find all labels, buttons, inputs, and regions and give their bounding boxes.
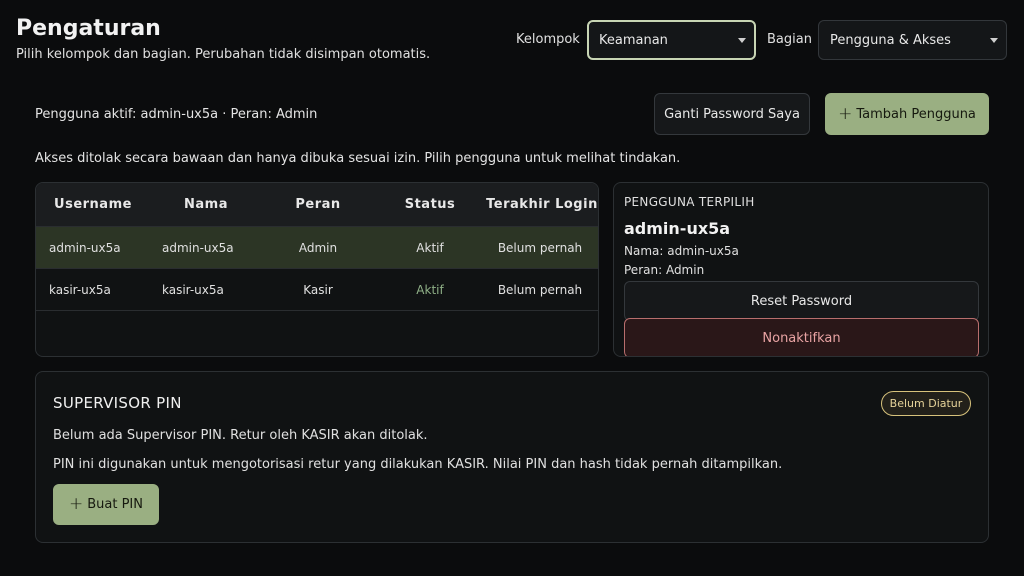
- cell-name: admin-ux5a: [162, 241, 234, 255]
- page-title: Pengaturan: [16, 16, 161, 41]
- cell-role: Kasir: [303, 283, 333, 297]
- change-password-label: Ganti Password Saya: [664, 106, 800, 122]
- access-info-text: Akses ditolak secara bawaan dan hanya di…: [35, 151, 681, 166]
- users-table: Username Nama Peran Status Terakhir Logi…: [35, 182, 599, 357]
- chevron-down-icon: [990, 38, 998, 43]
- reset-password-button[interactable]: Reset Password: [624, 281, 979, 321]
- supervisor-pin-title: SUPERVISOR PIN: [53, 394, 182, 412]
- change-password-button[interactable]: Ganti Password Saya: [654, 93, 810, 135]
- add-user-button[interactable]: + Tambah Pengguna: [825, 93, 989, 135]
- supervisor-pin-description: PIN ini digunakan untuk mengotorisasi re…: [53, 457, 783, 472]
- status-badge-label: Belum Diatur: [889, 397, 963, 410]
- page-subtitle: Pilih kelompok dan bagian. Perubahan tid…: [16, 47, 431, 62]
- deactivate-button[interactable]: Nonaktifkan: [624, 318, 979, 356]
- section-select-value: Pengguna & Akses: [830, 32, 951, 48]
- group-select-value: Keamanan: [599, 32, 668, 48]
- plus-icon: +: [68, 494, 84, 514]
- table-header: Username Nama Peran Status Terakhir Logi…: [36, 183, 598, 227]
- cell-username: admin-ux5a: [49, 241, 121, 255]
- active-user-text: Pengguna aktif: admin-ux5a · Peran: Admi…: [35, 107, 318, 122]
- selected-user-panel: PENGGUNA TERPILIH admin-ux5a Nama: admin…: [613, 182, 989, 357]
- column-header-username[interactable]: Username: [36, 183, 150, 227]
- cell-last-login: Belum pernah: [497, 241, 583, 255]
- group-select[interactable]: Keamanan: [587, 20, 756, 60]
- chevron-down-icon: [738, 38, 746, 43]
- table-row[interactable]: admin-ux5a admin-ux5a Admin Aktif Belum …: [36, 227, 598, 269]
- supervisor-pin-status: Belum ada Supervisor PIN. Retur oleh KAS…: [53, 428, 428, 443]
- cell-name: kasir-ux5a: [162, 283, 224, 297]
- cell-role: Admin: [298, 241, 338, 255]
- cell-last-login: Belum pernah: [497, 283, 583, 297]
- selected-user-role: Peran: Admin: [624, 263, 705, 277]
- plus-icon: +: [838, 103, 853, 124]
- section-label: Bagian: [767, 32, 812, 47]
- selected-user-name: Nama: admin-ux5a: [624, 244, 739, 258]
- selected-user-heading: PENGGUNA TERPILIH: [624, 195, 755, 209]
- table-row[interactable]: kasir-ux5a kasir-ux5a Kasir Aktif Belum …: [36, 269, 598, 311]
- reset-password-label: Reset Password: [750, 293, 853, 309]
- column-header-last-login[interactable]: Terakhir Login: [486, 183, 598, 227]
- column-header-status[interactable]: Status: [374, 183, 486, 227]
- column-header-name[interactable]: Nama: [150, 183, 262, 227]
- create-pin-button[interactable]: + Buat PIN: [53, 484, 159, 525]
- selected-username: admin-ux5a: [624, 219, 731, 238]
- section-select[interactable]: Pengguna & Akses: [818, 20, 1007, 60]
- cell-username: kasir-ux5a: [49, 283, 111, 297]
- status-badge: Belum Diatur: [881, 391, 971, 416]
- create-pin-label: Buat PIN: [87, 497, 143, 512]
- cell-status: Aktif: [416, 283, 444, 297]
- supervisor-pin-panel: SUPERVISOR PIN Belum Diatur Belum ada Su…: [35, 371, 989, 543]
- add-user-label: Tambah Pengguna: [856, 106, 976, 122]
- deactivate-label: Nonaktifkan: [762, 330, 841, 346]
- cell-status: Aktif: [416, 241, 444, 255]
- column-header-role[interactable]: Peran: [262, 183, 374, 227]
- group-label: Kelompok: [516, 32, 580, 47]
